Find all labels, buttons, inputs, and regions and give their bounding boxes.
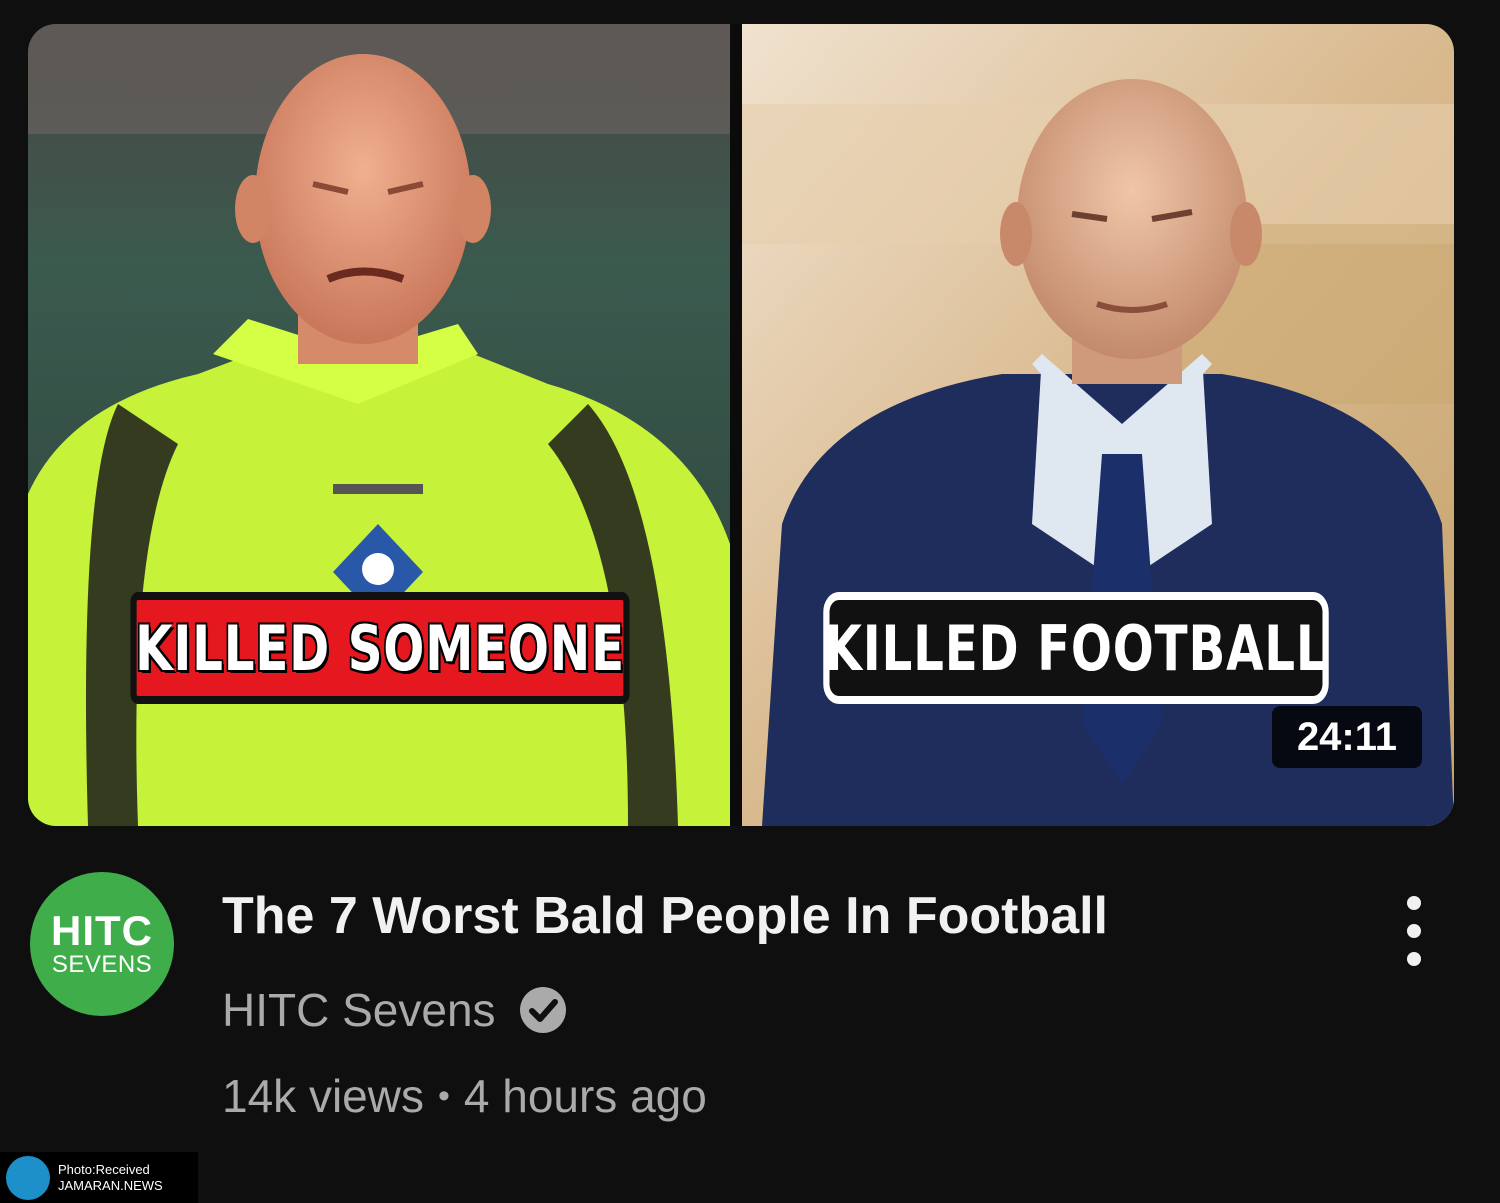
- jamaran-logo-icon: [6, 1155, 50, 1200]
- video-title[interactable]: The 7 Worst Bald People In Football: [222, 884, 1342, 948]
- view-count: 14k views: [222, 1070, 424, 1122]
- thumbnail-divider: [730, 24, 742, 826]
- watermark-line2: JAMARAN.NEWS: [58, 1177, 163, 1193]
- more-vert-icon[interactable]: [1392, 896, 1436, 966]
- thumbnail-caption-left: Killed Someone: [130, 592, 630, 704]
- kebab-dot: [1407, 896, 1421, 910]
- video-metadata: 14k views • 4 hours ago: [222, 1066, 707, 1126]
- meta-separator: •: [437, 1076, 450, 1115]
- video-duration-badge: 24:11: [1272, 706, 1422, 768]
- avatar-text-sub: SEVENS: [51, 951, 153, 978]
- upload-age: 4 hours ago: [463, 1070, 707, 1122]
- watermark-text: Photo:Received JAMARAN.NEWS: [58, 1162, 163, 1194]
- channel-name[interactable]: HITC Sevens: [222, 983, 496, 1037]
- kebab-dot: [1407, 924, 1421, 938]
- video-thumbnail[interactable]: Killed Someone Killed Football 24:11: [28, 24, 1454, 826]
- kebab-dot: [1407, 952, 1421, 966]
- channel-avatar[interactable]: HITC SEVENS: [30, 872, 174, 1016]
- thumbnail-left-photo: [28, 24, 730, 826]
- thumbnail-caption-right: Killed Football: [823, 592, 1329, 704]
- watermark-line1: Photo:Received: [58, 1161, 150, 1177]
- source-watermark: Photo:Received JAMARAN.NEWS: [0, 1152, 198, 1203]
- verified-check-icon: [519, 987, 566, 1033]
- avatar-text-main: HITC: [51, 907, 153, 954]
- channel-info: HITC Sevens: [222, 980, 568, 1040]
